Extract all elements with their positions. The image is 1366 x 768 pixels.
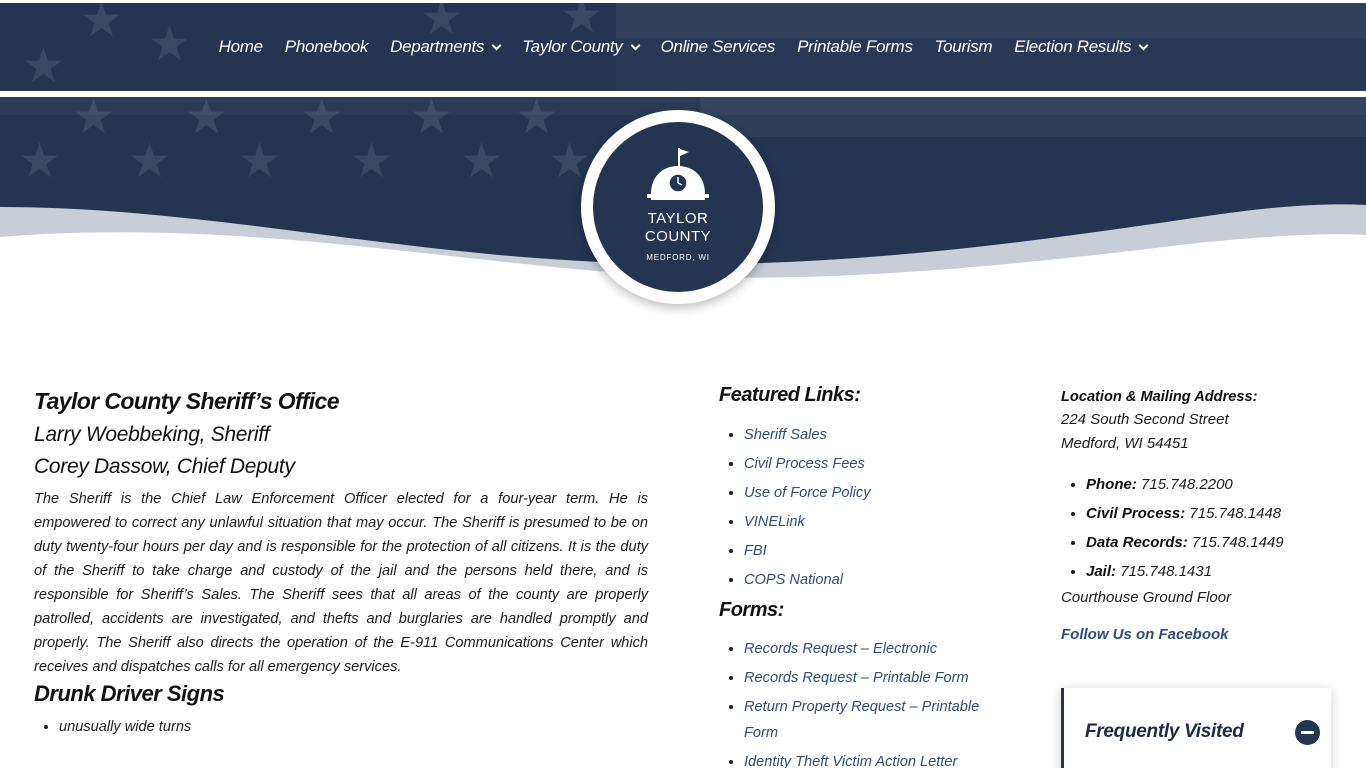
chevron-down-icon [491, 40, 502, 50]
sheriff-info-column: Taylor County Sheriff’s Office Larry Woe… [34, 388, 648, 739]
nav-label: Election Results [1014, 37, 1132, 56]
nav-label: Tourism [934, 37, 993, 56]
county-logo[interactable]: TAYLOR COUNTY MEDFORD, WI [593, 122, 763, 292]
address-heading: Location & Mailing Address: [1061, 389, 1258, 405]
svg-text:★: ★ [128, 133, 171, 189]
sheriff-name: Larry Woebbeking, Sheriff [34, 423, 270, 446]
phone-label: Civil Process: [1086, 505, 1186, 522]
nav-item-printable-forms[interactable]: Printable Forms [786, 37, 923, 57]
address-street: 224 South Second Street [1061, 411, 1229, 428]
nav-label: Home [218, 37, 263, 56]
sheriff-description: The Sheriff is the Chief Law Enforcement… [34, 491, 648, 675]
nav-item-online-services[interactable]: Online Services [650, 37, 787, 57]
list-item: unusually wide turns [59, 715, 648, 739]
link-identity-theft-letter[interactable]: Identity Theft Victim Action Letter [744, 754, 957, 768]
phone-item: Data Records: 715.748.1449 [1086, 528, 1341, 557]
address-city: Medford, WI 54451 [1061, 435, 1189, 452]
main-navigation-bar: ★ ★ ★ ★ ★ Home Phonebook Departments Tay… [0, 3, 1366, 91]
link-sheriff-sales[interactable]: Sheriff Sales [744, 427, 827, 443]
list-item: Return Property Request – Printable Form [744, 694, 1009, 746]
logo-text-location: MEDFORD, WI [646, 253, 710, 262]
list-item: Sheriff Sales [744, 421, 1009, 450]
phone-label: Jail: [1086, 563, 1117, 580]
logo-text-county: COUNTY [644, 228, 712, 245]
link-civil-process-fees[interactable]: Civil Process Fees [744, 456, 865, 472]
chevron-down-icon [1138, 40, 1149, 50]
nav-item-departments[interactable]: Departments [379, 37, 511, 57]
svg-text:★: ★ [410, 97, 453, 145]
link-fbi[interactable]: FBI [744, 543, 767, 559]
list-item: Records Request – Printable Form [744, 665, 1009, 691]
phone-label: Phone: [1086, 476, 1137, 493]
phone-item: Jail: 715.748.1431 [1086, 557, 1341, 586]
phone-label: Data Records: [1086, 534, 1188, 551]
svg-text:★: ★ [300, 97, 343, 145]
chevron-down-icon [630, 40, 640, 50]
links-column: Featured Links: Sheriff Sales Civil Proc… [719, 384, 1009, 768]
page-title: Taylor County Sheriff’s Office [34, 388, 340, 414]
link-cops-national[interactable]: COPS National [744, 572, 843, 588]
phone-list: Phone: 715.748.2200 Civil Process: 715.7… [1061, 470, 1341, 586]
chief-deputy-name: Corey Dassow, Chief Deputy [34, 455, 295, 478]
link-records-request-electronic[interactable]: Records Request – Electronic [744, 641, 937, 657]
phone-item: Civil Process: 715.748.1448 [1086, 499, 1341, 528]
facebook-link[interactable]: Follow Us on Facebook [1061, 626, 1341, 643]
courthouse-clock-icon [647, 148, 709, 200]
list-item: VINELink [744, 508, 1009, 537]
link-return-property-request[interactable]: Return Property Request – Printable Form [744, 699, 979, 741]
phone-number[interactable]: 715.748.1449 [1192, 534, 1284, 551]
drunk-driver-signs-heading: Drunk Driver Signs [34, 681, 225, 706]
nav-label: Printable Forms [797, 37, 913, 56]
link-vinelink[interactable]: VINELink [744, 514, 805, 530]
forms-list: Records Request – Electronic Records Req… [719, 636, 1009, 768]
logo-text-taylor: TAYLOR [647, 210, 709, 227]
forms-heading: Forms: [719, 599, 784, 621]
svg-text:★: ★ [185, 97, 228, 145]
frequently-visited-title: Frequently Visited [1085, 721, 1244, 742]
list-item: FBI [744, 537, 1009, 566]
list-item: Identity Theft Victim Action Letter [744, 749, 1009, 768]
svg-text:★: ★ [460, 133, 503, 189]
svg-text:★: ★ [238, 133, 281, 189]
nav-label: Online Services [660, 37, 776, 56]
phone-item: Phone: 715.748.2200 [1086, 470, 1341, 499]
nav-menu: Home Phonebook Departments Taylor County… [0, 3, 1366, 91]
list-item: Civil Process Fees [744, 450, 1009, 479]
link-records-request-printable[interactable]: Records Request – Printable Form [744, 670, 969, 686]
minus-icon [1301, 731, 1314, 734]
nav-item-tourism[interactable]: Tourism [924, 37, 1004, 57]
nav-item-home[interactable]: Home [208, 37, 274, 57]
list-item: Use of Force Policy [744, 479, 1009, 508]
link-use-of-force-policy[interactable]: Use of Force Policy [744, 485, 871, 501]
contact-column: Location & Mailing Address: 224 South Se… [1061, 386, 1341, 643]
collapse-toggle-button[interactable] [1295, 720, 1320, 745]
phone-number[interactable]: 715.748.1448 [1189, 505, 1281, 522]
list-item: COPS National [744, 566, 1009, 595]
nav-item-taylor-county[interactable]: Taylor County [511, 37, 649, 57]
svg-text:★: ★ [515, 97, 558, 145]
nav-label: Phonebook [284, 37, 369, 56]
drunk-driver-signs-list: unusually wide turns [34, 715, 648, 739]
nav-item-phonebook[interactable]: Phonebook [274, 37, 379, 57]
svg-text:★: ★ [18, 133, 61, 189]
nav-item-election-results[interactable]: Election Results [1003, 37, 1158, 57]
frequently-visited-accordion[interactable]: Frequently Visited [1061, 688, 1331, 768]
phone-number[interactable]: 715.748.1431 [1120, 563, 1212, 580]
list-item: Records Request – Electronic [744, 636, 1009, 662]
svg-text:★: ★ [72, 97, 115, 145]
nav-label: Taylor County [522, 37, 623, 56]
svg-text:★: ★ [350, 133, 393, 189]
phone-number[interactable]: 715.748.2200 [1141, 476, 1233, 493]
featured-links-heading: Featured Links: [719, 384, 861, 406]
featured-links-list: Sheriff Sales Civil Process Fees Use of … [719, 421, 1009, 595]
office-floor: Courthouse Ground Floor [1061, 589, 1232, 606]
nav-label: Departments [390, 37, 485, 56]
